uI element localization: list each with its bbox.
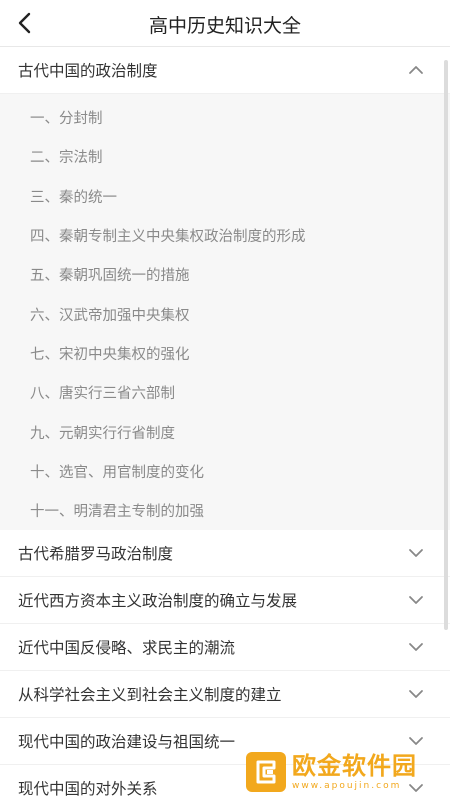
list-item[interactable]: 五、秦朝巩固统一的措施 (0, 255, 450, 294)
section-modern-china-democracy[interactable]: 近代中国反侵略、求民主的潮流 (0, 624, 450, 672)
chevron-down-icon (406, 543, 426, 563)
list-item[interactable]: 六、汉武帝加强中央集权 (0, 294, 450, 333)
sub-list: 一、分封制 二、宗法制 三、秦的统一 四、秦朝专制主义中央集权政治制度的形成 五… (0, 94, 450, 531)
watermark-url: www.apoujin.com (292, 781, 402, 791)
list-item[interactable]: 二、宗法制 (0, 137, 450, 176)
scrollbar[interactable] (444, 60, 448, 630)
list-item[interactable]: 四、秦朝专制主义中央集权政治制度的形成 (0, 216, 450, 255)
watermark: 欧金软件园 www.apoujin.com (246, 746, 446, 798)
top-bar: 高中历史知识大全 (0, 0, 450, 47)
section-label: 现代中国的政治建设与祖国统一 (18, 733, 236, 752)
list-item[interactable]: 十、选官、用官制度的变化 (0, 452, 450, 491)
chevron-down-icon (406, 637, 426, 657)
accordion-list: 古代中国的政治制度 一、分封制 二、宗法制 三、秦的统一 四、秦朝专制主义中央集… (0, 47, 450, 800)
list-item[interactable]: 十一、明清君主专制的加强 (0, 491, 450, 530)
section-label: 近代中国反侵略、求民主的潮流 (18, 639, 236, 658)
section-scientific-socialism[interactable]: 从科学社会主义到社会主义制度的建立 (0, 671, 450, 719)
chevron-down-icon (406, 590, 426, 610)
section-label: 近代西方资本主义政治制度的确立与发展 (18, 592, 298, 611)
page-title: 高中历史知识大全 (148, 15, 301, 37)
list-item[interactable]: 三、秦的统一 (0, 177, 450, 216)
list-item[interactable]: 八、唐实行三省六部制 (0, 373, 450, 412)
section-label: 现代中国的对外关系 (18, 780, 158, 799)
section-ancient-china-politics[interactable]: 古代中国的政治制度 (0, 47, 450, 94)
section-greece-rome-politics[interactable]: 古代希腊罗马政治制度 (0, 530, 450, 578)
chevron-down-icon (406, 684, 426, 704)
watermark-name: 欧金软件园 (292, 752, 417, 780)
section-label: 古代希腊罗马政治制度 (18, 545, 174, 564)
list-item[interactable]: 九、元朝实行行省制度 (0, 412, 450, 451)
chevron-up-icon (406, 60, 426, 80)
section-label: 从科学社会主义到社会主义制度的建立 (18, 686, 282, 705)
list-item[interactable]: 一、分封制 (0, 94, 450, 137)
section-label: 古代中国的政治制度 (18, 62, 158, 80)
section-western-capitalism[interactable]: 近代西方资本主义政治制度的确立与发展 (0, 577, 450, 625)
watermark-logo-icon (246, 752, 286, 792)
list-item[interactable]: 七、宋初中央集权的强化 (0, 334, 450, 373)
watermark-text: 欧金软件园 www.apoujin.com (292, 752, 417, 792)
